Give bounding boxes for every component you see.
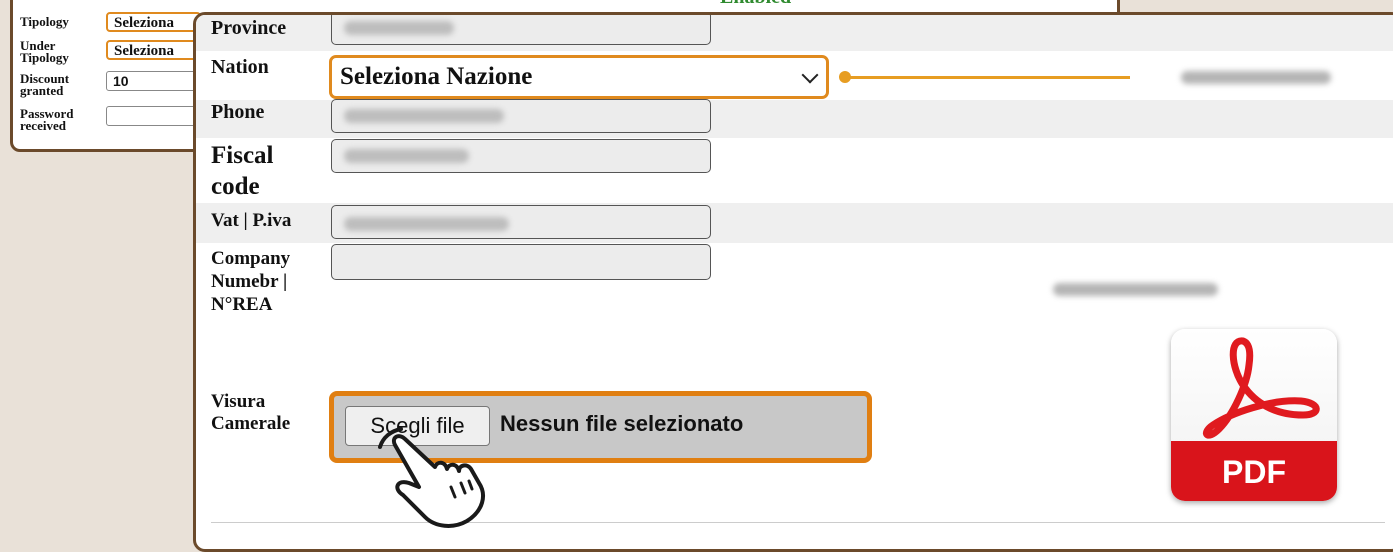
tipology-select[interactable]: Seleziona	[106, 12, 201, 32]
fiscal-code-label: Fiscal code	[211, 142, 274, 200]
callout-line	[850, 76, 1130, 79]
phone-input[interactable]	[331, 99, 711, 133]
pdf-icon: PDF	[1171, 329, 1337, 501]
redacted-value	[344, 149, 469, 163]
province-input[interactable]	[331, 15, 711, 45]
chevron-down-icon	[801, 66, 819, 84]
hand-pointer-icon	[378, 427, 485, 528]
redacted-value	[344, 109, 504, 123]
nation-select-value: Seleziona Nazione	[340, 63, 533, 90]
discount-input[interactable]: 10	[106, 71, 201, 91]
bg-label-password: Password received	[20, 106, 74, 133]
nation-label: Nation	[211, 56, 269, 78]
status-text: Enabled	[720, 0, 791, 9]
company-number-input[interactable]	[331, 244, 711, 280]
visura-label: Visura Camerale	[211, 391, 291, 434]
bg-label-tipology: Tipology	[20, 14, 69, 29]
acrobat-logo-icon	[1202, 337, 1320, 439]
redacted-value	[344, 217, 509, 231]
vat-input[interactable]	[331, 205, 711, 239]
nation-select[interactable]: Seleziona Nazione	[329, 55, 829, 99]
bg-label-under-tipology: Under Tipology	[20, 38, 69, 65]
bg-label-discount: Discount granted	[20, 71, 70, 98]
redacted-hint	[1053, 283, 1218, 296]
phone-label: Phone	[211, 101, 265, 123]
password-received-input[interactable]	[106, 106, 201, 126]
company-number-label: Company Numebr | N°REA	[211, 248, 291, 315]
file-status-text: Nessun file selezionato	[500, 411, 744, 436]
fiscal-code-input[interactable]	[331, 139, 711, 173]
redacted-value	[344, 21, 454, 35]
redacted-hint	[1181, 71, 1331, 84]
vat-label: Vat | P.iva	[211, 210, 292, 231]
company-form-panel: Province Nation Seleziona Nazione Phone …	[193, 12, 1393, 552]
under-tipology-select[interactable]: Seleziona	[106, 40, 201, 60]
pdf-label: PDF	[1222, 454, 1286, 490]
province-label: Province	[211, 17, 287, 39]
